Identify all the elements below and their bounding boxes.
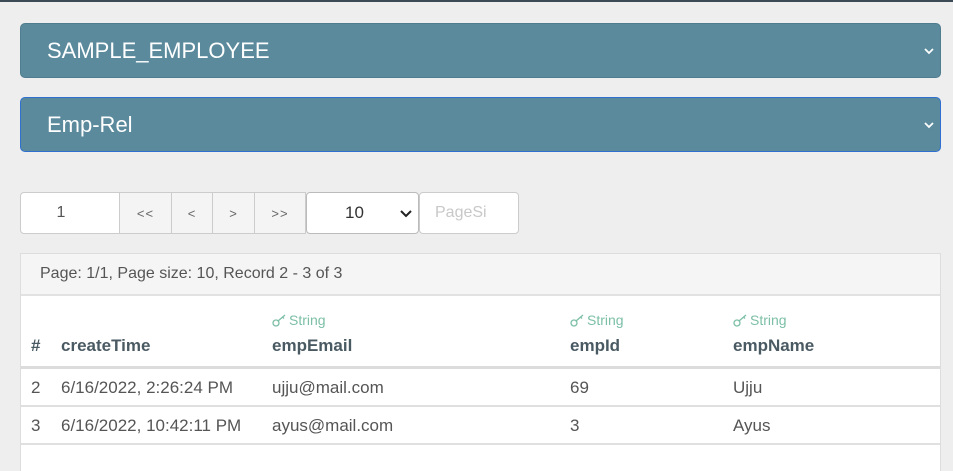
cell-empemail: ayus@mail.com [272,416,394,435]
column-type-empname: String [733,312,787,328]
column-header-index: # [31,336,41,355]
chevron-down-icon [924,47,934,54]
first-page-button[interactable]: << [120,192,172,234]
page-size-select[interactable]: 10 [306,192,419,234]
chevron-down-icon [924,121,934,128]
table-row[interactable]: 2 6/16/2022, 2:26:24 PM ujju@mail.com 69… [21,369,940,407]
table-info: Page: 1/1, Page size: 10, Record 2 - 3 o… [21,254,940,296]
prev-page-button[interactable]: < [172,192,213,234]
pagination-bar: 1 << < > >> 10 PageSi [20,192,519,234]
column-header-empname[interactable]: empName [733,336,814,356]
cell-empemail: ujju@mail.com [272,378,384,397]
next-page-button[interactable]: > [213,192,255,234]
relation-select-value: Emp-Rel [47,111,133,137]
cell-empname: Ayus [733,416,771,435]
last-page-button[interactable]: >> [255,192,306,234]
relation-select[interactable]: Emp-Rel [20,97,941,152]
column-header-empemail[interactable]: empEmail [272,336,352,356]
cell-empname: Ujju [733,378,763,397]
cell-empid: 69 [570,378,589,397]
type-label: String [750,312,787,328]
cell-index: 3 [31,416,41,435]
cell-createtime: 6/16/2022, 10:42:11 PM [61,416,242,435]
key-icon [570,314,584,327]
type-label: String [289,312,326,328]
page-number-input[interactable]: 1 [20,192,120,234]
table-row[interactable]: 3 6/16/2022, 10:42:11 PM ayus@mail.com 3… [21,407,940,445]
cell-index: 2 [31,378,41,397]
table-header: # createTime String empEmail String empI… [21,296,940,369]
type-label: String [587,312,624,328]
column-type-empemail: String [272,312,326,328]
page-size-value: 10 [345,203,364,222]
table-select[interactable]: SAMPLE_EMPLOYEE [20,23,941,78]
top-border [0,0,953,2]
cell-createtime: 6/16/2022, 2:26:24 PM [61,378,234,397]
column-header-createtime[interactable]: createTime [61,336,150,356]
column-header-empid[interactable]: empId [570,336,620,356]
key-icon [272,314,286,327]
cell-empid: 3 [570,416,580,435]
table-select-value: SAMPLE_EMPLOYEE [47,37,270,63]
chevron-down-icon [400,210,412,218]
data-table: Page: 1/1, Page size: 10, Record 2 - 3 o… [20,253,941,471]
column-type-empid: String [570,312,624,328]
custom-page-size-input[interactable]: PageSi [419,192,519,234]
key-icon [733,314,747,327]
